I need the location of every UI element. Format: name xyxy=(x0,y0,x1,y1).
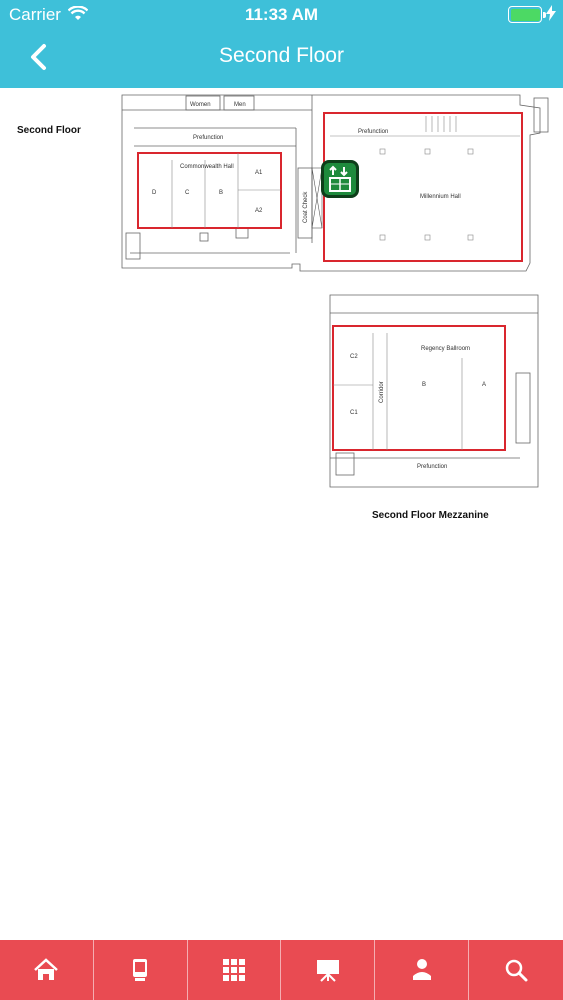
tab-speaker[interactable] xyxy=(375,940,470,1000)
room-label-prefunction: Prefunction xyxy=(193,135,223,141)
status-time: 11:33 AM xyxy=(244,5,319,24)
tab-presentation[interactable] xyxy=(281,940,376,1000)
search-icon xyxy=(505,959,528,982)
room-label-b: B xyxy=(219,190,223,196)
battery-level xyxy=(510,8,540,21)
elevator-icon[interactable] xyxy=(321,160,359,198)
room-label-corridor: Corridor xyxy=(379,381,385,403)
battery-icon xyxy=(508,6,546,23)
grid-icon xyxy=(223,959,246,981)
home-icon xyxy=(34,958,59,980)
charging-icon xyxy=(546,5,556,21)
room-label-prefunction-bottom: Prefunction xyxy=(417,464,447,470)
presentation-icon xyxy=(316,960,339,982)
page-title: Second Floor xyxy=(219,44,344,67)
room-label-d: D xyxy=(152,190,157,196)
room-label-c1: C1 xyxy=(350,410,358,416)
room-label-a1: A1 xyxy=(255,170,263,176)
room-label-regency-ballroom: Regency Ballroom xyxy=(421,346,470,352)
room-label-ballroom-b: B xyxy=(422,382,426,388)
tab-bar xyxy=(0,940,563,1000)
room-label-men: Men xyxy=(234,102,246,108)
tab-search[interactable] xyxy=(469,940,563,1000)
floor-plan-drawing: Women Men Prefunction Commonwealth Hall … xyxy=(121,94,549,488)
tab-home[interactable] xyxy=(0,940,94,1000)
room-label-c: C xyxy=(185,190,190,196)
room-label-a2: A2 xyxy=(255,208,263,214)
kiosk-icon xyxy=(133,959,148,981)
app-header: Carrier 11:33 AM Second Floor xyxy=(0,0,563,88)
status-bar: Carrier 11:33 AM xyxy=(0,0,563,30)
room-label-prefunction-right: Prefunction xyxy=(358,129,388,135)
room-label-c2: C2 xyxy=(350,354,358,360)
room-label-commonwealth-hall: Commonwealth Hall xyxy=(180,164,234,170)
floor-map[interactable]: Second Floor Women Men Prefunction Commo… xyxy=(0,88,563,940)
room-label-coat-check: Coat Check xyxy=(303,191,309,223)
tab-kiosk[interactable] xyxy=(94,940,188,1000)
room-label-women: Women xyxy=(190,102,211,108)
tab-grid[interactable] xyxy=(188,940,282,1000)
room-label-millennium-hall: Millennium Hall xyxy=(420,194,461,200)
speaker-icon xyxy=(412,959,431,980)
mezzanine-label: Second Floor Mezzanine xyxy=(372,510,489,521)
room-label-ballroom-a: A xyxy=(482,382,486,388)
